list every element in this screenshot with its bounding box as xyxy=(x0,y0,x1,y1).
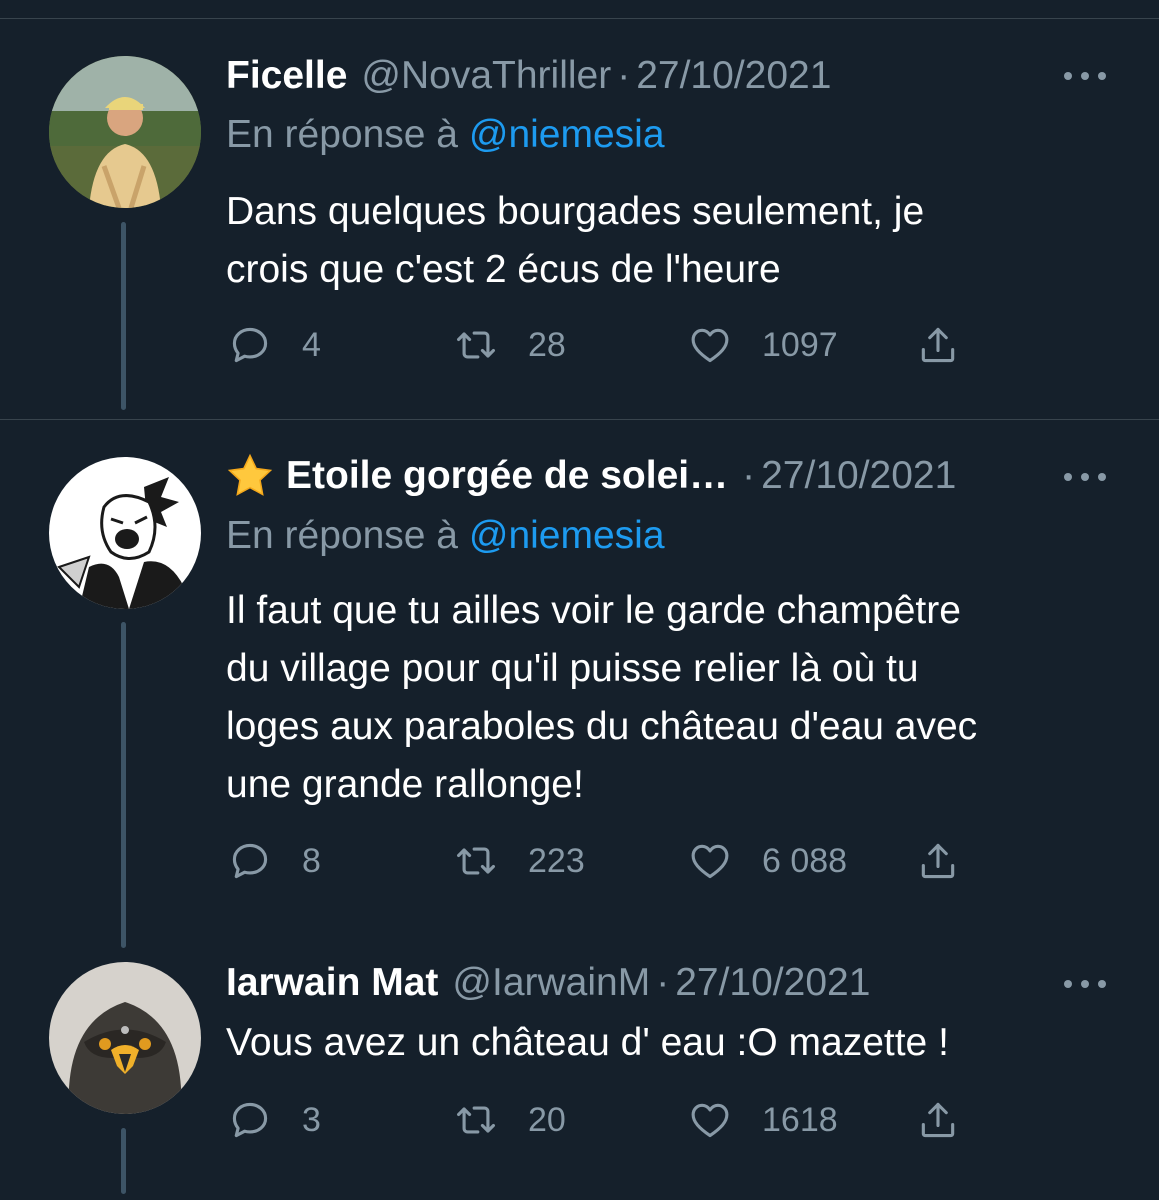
like-count: 6 088 xyxy=(762,841,848,880)
like-count: 1618 xyxy=(762,1100,838,1139)
retweet-button[interactable]: 20 xyxy=(454,1097,566,1143)
separator: · xyxy=(617,54,631,97)
tweet-header: Etoile gorgée de solei… · 27/10/2021 xyxy=(226,448,1049,504)
separator: · xyxy=(742,454,756,497)
tweet-date[interactable]: 27/10/2021 xyxy=(636,48,831,104)
retweet-button[interactable]: 223 xyxy=(454,838,585,884)
reply-icon xyxy=(232,843,268,879)
tweet-text: Vous avez un château d' eau :O mazette ! xyxy=(226,1014,1126,1072)
tweet-actions: 4 28 1097 xyxy=(228,322,988,368)
share-button[interactable] xyxy=(916,1097,960,1143)
heart-icon xyxy=(691,1103,729,1138)
retweet-count: 20 xyxy=(528,1100,566,1139)
tweet-text-line: loges aux paraboles du château d'eau ave… xyxy=(226,705,978,748)
heart-icon xyxy=(691,844,729,879)
tweet-header: Ficelle @NovaThriller · 27/10/2021 xyxy=(226,48,1049,104)
reply-icon xyxy=(232,1102,268,1138)
tweet-text-line: une grande rallonge! xyxy=(226,763,584,806)
reply-count: 8 xyxy=(302,841,321,880)
handle[interactable]: @NovaThriller xyxy=(361,48,611,104)
thread-line xyxy=(121,1128,126,1194)
separator: · xyxy=(656,961,670,1004)
tweet-date[interactable]: 27/10/2021 xyxy=(761,448,956,504)
tweet-text-line: Il faut que tu ailles voir le garde cham… xyxy=(226,589,961,632)
reply-prefix: En réponse à xyxy=(226,113,459,156)
reply-count: 3 xyxy=(302,1100,321,1139)
more-options-icon[interactable] xyxy=(1060,61,1110,91)
avatar-bird-photo-icon xyxy=(49,962,201,1114)
retweet-icon xyxy=(457,847,495,875)
handle[interactable]: @IarwainM xyxy=(452,955,650,1011)
reply-mention[interactable]: @niemesia xyxy=(469,514,665,557)
like-button[interactable]: 1618 xyxy=(688,1097,838,1143)
retweet-count: 223 xyxy=(528,841,585,880)
retweet-count: 28 xyxy=(528,325,566,364)
reply-to-line: En réponse à @niemesia xyxy=(226,511,665,561)
retweet-button[interactable]: 28 xyxy=(454,322,566,368)
tweet-text: Dans quelques bourgades seulement, je cr… xyxy=(226,183,1126,299)
share-icon xyxy=(921,327,955,363)
share-icon xyxy=(921,843,955,879)
reply-button[interactable]: 8 xyxy=(228,838,321,884)
reply-count: 4 xyxy=(302,325,321,364)
avatar-manga-drawing-icon xyxy=(49,457,201,609)
avatar[interactable] xyxy=(49,457,201,609)
tweet-text-line: crois que c'est 2 écus de l'heure xyxy=(226,248,781,291)
tweet-header: Iarwain Mat @IarwainM · 27/10/2021 xyxy=(226,955,1049,1011)
avatar-photo-person-icon xyxy=(49,56,201,208)
tweet-actions: 3 20 1618 xyxy=(228,1097,988,1143)
retweet-icon xyxy=(457,331,495,359)
heart-icon xyxy=(691,328,729,363)
display-name[interactable]: Ficelle xyxy=(226,48,347,104)
tweet-date[interactable]: 27/10/2021 xyxy=(675,955,870,1011)
like-count: 1097 xyxy=(762,325,838,364)
share-button[interactable] xyxy=(916,838,960,884)
more-options-icon[interactable] xyxy=(1060,462,1110,492)
tweet-text: Il faut que tu ailles voir le garde cham… xyxy=(226,582,1126,814)
share-icon xyxy=(921,1102,955,1138)
tweet-divider xyxy=(0,419,1159,420)
more-options-icon[interactable] xyxy=(1060,969,1110,999)
retweet-icon xyxy=(457,1106,495,1134)
display-name[interactable]: Etoile gorgée de solei… xyxy=(286,448,728,504)
like-button[interactable]: 1097 xyxy=(688,322,838,368)
display-name[interactable]: Iarwain Mat xyxy=(226,955,438,1011)
thread-line xyxy=(121,222,126,410)
reply-to-line: En réponse à @niemesia xyxy=(226,110,665,160)
reply-prefix: En réponse à xyxy=(226,514,459,557)
avatar[interactable] xyxy=(49,56,201,208)
thread-line xyxy=(121,622,126,948)
reply-mention[interactable]: @niemesia xyxy=(469,113,665,156)
top-divider xyxy=(0,18,1159,19)
star-icon xyxy=(227,453,273,496)
reply-icon xyxy=(232,327,268,363)
reply-button[interactable]: 3 xyxy=(228,1097,321,1143)
tweet-actions: 8 223 6 088 xyxy=(228,838,988,884)
reply-button[interactable]: 4 xyxy=(228,322,321,368)
tweet-text-line: du village pour qu'il puisse relier là o… xyxy=(226,647,919,690)
avatar[interactable] xyxy=(49,962,201,1114)
tweet-text-line: Dans quelques bourgades seulement, je xyxy=(226,190,925,233)
like-button[interactable]: 6 088 xyxy=(688,838,847,884)
tweet-text-line: Vous avez un château d' eau :O mazette ! xyxy=(226,1021,949,1064)
share-button[interactable] xyxy=(916,322,960,368)
